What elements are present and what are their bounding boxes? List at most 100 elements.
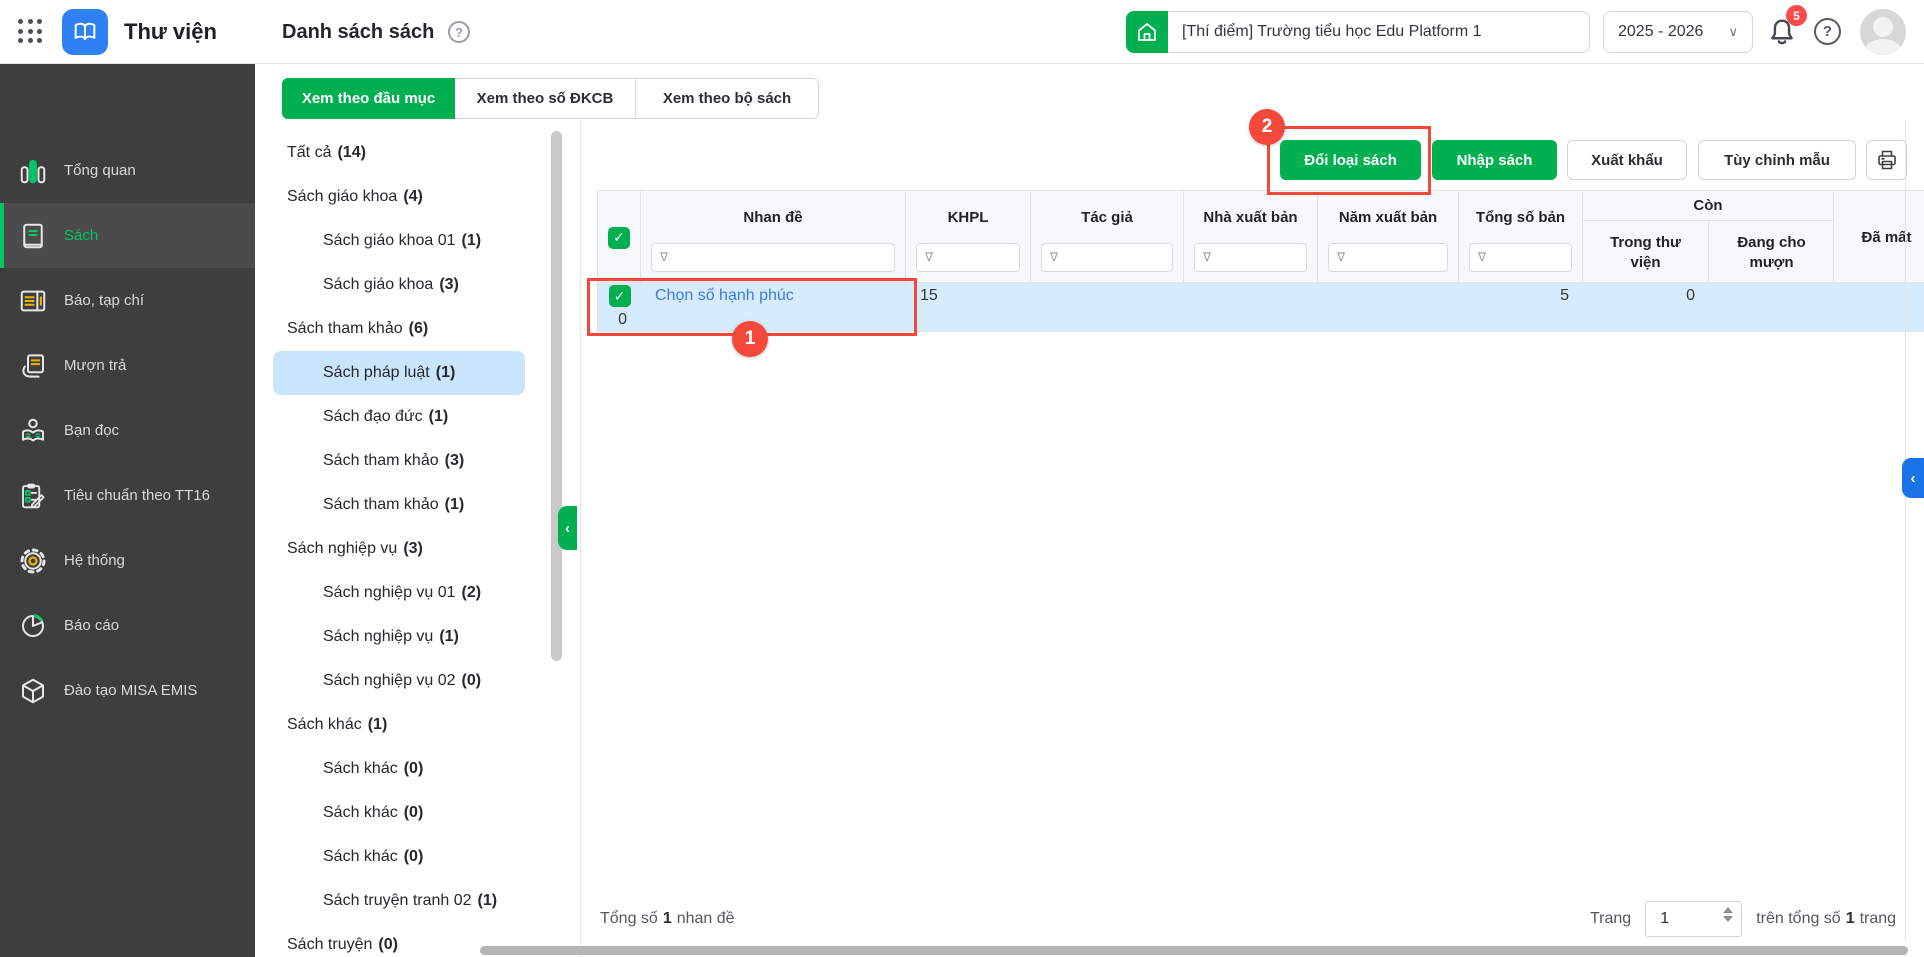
library-app-screen: Thư viện Danh sách sách ? [Thí điểm] Trư… — [0, 0, 1924, 957]
school-name: [Thí điểm] Trường tiểu học Edu Platform … — [1168, 11, 1590, 53]
checklist-icon — [18, 481, 48, 511]
sidebar-item-sach[interactable]: Sách — [0, 203, 255, 268]
print-button[interactable] — [1866, 140, 1907, 180]
tree-item[interactable]: Sách khác (0) — [273, 747, 525, 791]
cube-icon — [18, 676, 48, 706]
tree-scrollbar[interactable] — [551, 131, 562, 661]
tab-xem-theo-dau-muc[interactable]: Xem theo đầu mục — [282, 78, 455, 119]
page-number-input[interactable] — [1646, 902, 1717, 936]
select-all-cell: ✓ — [598, 191, 641, 284]
sidebar-nav: Tổng quan Sách Báo, tạp chí Mượn trả Bạn… — [0, 64, 255, 957]
sidebar-item-ban-doc[interactable]: Bạn đọc — [0, 398, 255, 463]
tab-xem-theo-bo-sach[interactable]: Xem theo bộ sách — [636, 78, 819, 119]
tab-xem-theo-so-dkcb[interactable]: Xem theo số ĐKCB — [455, 78, 636, 119]
tree-item[interactable]: Sách giáo khoa (4) — [273, 175, 525, 219]
school-year-value: 2025 - 2026 — [1618, 23, 1704, 40]
sidebar-item-he-thong[interactable]: Hệ thống — [0, 528, 255, 593]
stepper-up-icon — [1723, 907, 1734, 913]
customize-template-button[interactable]: Tùy chỉnh mẫu — [1698, 140, 1856, 180]
school-selector[interactable]: [Thí điểm] Trường tiểu học Edu Platform … — [1126, 11, 1590, 53]
tree-panel-divider — [580, 120, 581, 957]
filter-input-nha-xuat-ban[interactable] — [1194, 243, 1307, 272]
user-avatar[interactable] — [1860, 9, 1906, 55]
sidebar-item-bao-tap-chi[interactable]: Báo, tạp chí — [0, 268, 255, 333]
tree-item[interactable]: Sách đạo đức (1) — [273, 395, 525, 439]
tree-item[interactable]: Sách tham khảo (3) — [273, 439, 525, 483]
row-checkbox-cell: ✓ — [598, 283, 641, 309]
gear-icon — [18, 546, 48, 576]
tree-item[interactable]: Sách nghiệp vụ 01 (2) — [273, 571, 525, 615]
sidebar-item-tong-quan[interactable]: Tổng quan — [0, 138, 255, 203]
cell-tong-so-ban: 5 — [1560, 287, 1569, 304]
bar-chart-icon — [18, 156, 48, 186]
tree-item[interactable]: Sách tham khảo (1) — [273, 483, 525, 527]
help-icon[interactable]: ? — [1814, 18, 1841, 45]
app-grid-icon[interactable] — [18, 19, 44, 45]
tree-item[interactable]: Sách giáo khoa 01 (1) — [273, 219, 525, 263]
top-header: Thư viện Danh sách sách ? [Thí điểm] Trư… — [0, 0, 1924, 64]
book-title-link[interactable]: Chọn số hạnh phúc — [641, 283, 906, 309]
tree-item[interactable]: Sách tham khảo (6) — [273, 307, 525, 351]
cell-tac-gia — [1031, 283, 1184, 309]
column-dang-cho-muon: Đang cho mượn — [1737, 234, 1806, 271]
total-summary: Tổng số 1 nhan đề — [600, 910, 735, 927]
page-number-box — [1645, 901, 1743, 937]
table-row[interactable]: ✓ Chọn số hạnh phúc 15 5 0 5 0 — [597, 283, 1924, 332]
filter-input-nhan-de[interactable] — [651, 243, 895, 272]
tree-item-tat-ca[interactable]: Tất cả (14) — [273, 131, 525, 175]
school-year-select[interactable]: 2025 - 2026 ∨ — [1603, 11, 1753, 53]
horizontal-scrollbar[interactable] — [480, 946, 1908, 955]
category-tree: Tất cả (14) Sách giáo khoa (4) Sách giáo k… — [273, 131, 525, 957]
column-nam-xuat-ban: Năm xuất bản ∇ — [1318, 191, 1459, 284]
filter-input-khpl[interactable] — [916, 243, 1020, 272]
sidebar-item-tieu-chuan-tt16[interactable]: Tiêu chuẩn theo TT16 — [0, 463, 255, 528]
page-label: Trang — [1590, 910, 1632, 927]
notification-badge: 5 — [1786, 5, 1807, 26]
tree-item[interactable]: Sách khác (0) — [273, 835, 525, 879]
row-checkbox[interactable]: ✓ — [608, 285, 631, 307]
chevron-left-icon: ‹ — [1910, 469, 1916, 487]
filter-input-tong-so-ban[interactable] — [1469, 243, 1572, 272]
import-books-button[interactable]: Nhập sách — [1432, 140, 1557, 180]
tree-collapse-tab[interactable]: ‹ — [558, 506, 577, 550]
tree-item[interactable]: Sách nghiệp vụ (1) — [273, 615, 525, 659]
sidebar-item-dao-tao-misa-emis[interactable]: Đào tạo MISA EMIS — [0, 658, 255, 723]
book-icon — [18, 221, 48, 251]
page-stepper[interactable] — [1723, 907, 1734, 922]
tree-item[interactable]: Sách nghiệp vụ (3) — [273, 527, 525, 571]
column-tac-gia: Tác giả ∇ — [1031, 191, 1184, 284]
house-icon — [1126, 11, 1168, 53]
column-nhan-de: Nhan đề ∇ — [641, 191, 906, 284]
page-title: Danh sách sách — [282, 21, 435, 43]
change-book-type-button[interactable]: Đổi loại sách — [1280, 140, 1421, 180]
reader-icon — [18, 416, 48, 446]
select-all-checkbox[interactable]: ✓ — [608, 226, 630, 249]
cell-da-mat: 0 — [618, 311, 627, 328]
app-title: Thư viện — [124, 19, 217, 44]
newspaper-icon — [18, 286, 48, 316]
tree-item[interactable]: Sách khác (0) — [273, 791, 525, 835]
tree-item[interactable]: Sách nghiệp vụ 02 (0) — [273, 659, 525, 703]
sidebar-item-muon-tra[interactable]: Mượn trả — [0, 333, 255, 398]
chevron-down-icon: ∨ — [1728, 24, 1738, 39]
export-button[interactable]: Xuất khẩu — [1567, 140, 1687, 180]
tree-item-selected[interactable]: Sách pháp luật (1) — [273, 351, 525, 395]
page-help-icon[interactable]: ? — [448, 21, 470, 43]
tree-item[interactable]: Sách giáo khoa (3) — [273, 263, 525, 307]
avatar-silhouette — [1873, 17, 1893, 37]
cell-nha-xuat-ban — [1184, 283, 1318, 309]
filter-input-tac-gia[interactable] — [1041, 243, 1173, 272]
column-da-mat: Đã mất — [1861, 229, 1912, 246]
content-right-border — [1905, 120, 1906, 940]
right-panel-expand-tab[interactable]: ‹ — [1902, 458, 1924, 498]
tree-item[interactable]: Sách khác (1) — [273, 703, 525, 747]
filter-input-nam-xuat-ban[interactable] — [1328, 243, 1448, 272]
chevron-left-icon: ‹ — [565, 519, 570, 537]
tree-item[interactable]: Sách truyện tranh 02 (1) — [273, 879, 525, 923]
library-logo-icon[interactable] — [62, 9, 108, 55]
view-tabs: Xem theo đầu mục Xem theo số ĐKCB Xem th… — [282, 78, 819, 119]
cell-khpl: 15 — [920, 287, 938, 304]
sidebar-item-bao-cao[interactable]: Báo cáo — [0, 593, 255, 658]
stepper-down-icon — [1723, 916, 1734, 922]
borrow-return-icon — [18, 351, 48, 381]
